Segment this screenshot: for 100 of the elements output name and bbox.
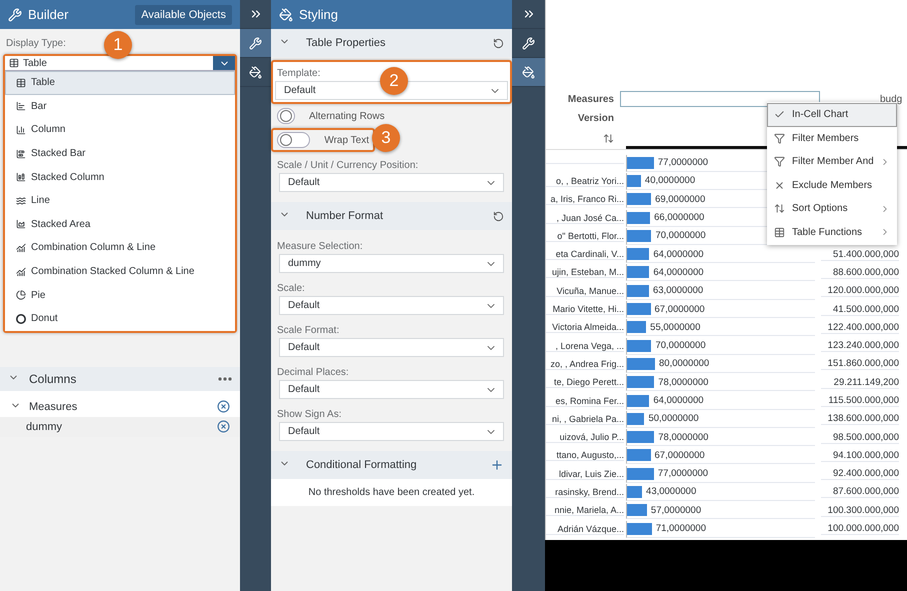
combo-chart-icon: [16, 266, 26, 277]
remove-icon[interactable]: [217, 400, 230, 414]
table-cell: 66,0000000: [654, 212, 704, 224]
table-cell: 67,0000000: [654, 450, 705, 461]
table-cell: rasinsky, Brend...: [546, 486, 624, 498]
table-cell: 138.600.000,000: [821, 413, 899, 426]
table-cell: 70,0000000: [655, 230, 706, 242]
menu-item[interactable]: Table Functions: [767, 220, 897, 244]
table-cell: 94.100.000,000: [821, 450, 899, 462]
menu-item[interactable]: In-Cell Chart: [767, 103, 897, 126]
option-label: Combination Column & Line: [31, 242, 156, 254]
table-cell: 100.000.000,000: [821, 523, 899, 536]
dropdown-option[interactable]: Donut: [5, 306, 235, 331]
toggle-label: Wrap Text: [324, 134, 369, 146]
table-cell: 88.600.000,000: [821, 266, 899, 279]
rail-button[interactable]: [512, 58, 545, 87]
section-title: Table Properties: [305, 37, 386, 49]
reset-icon[interactable]: [493, 38, 504, 48]
table-cell: 64,0000000: [653, 248, 704, 260]
table-cell: Vicuña, Manue...: [546, 286, 624, 297]
dropdown-field[interactable]: Default: [279, 173, 504, 192]
dropdown-field[interactable]: Default: [279, 422, 504, 441]
toggle-label: Alternating Rows: [309, 110, 385, 122]
header-input-field[interactable]: [620, 91, 820, 107]
dropdown-option[interactable]: Line: [5, 188, 235, 213]
table-cell: 123.240.000,000: [821, 340, 899, 352]
table-cell: 63,0000000: [652, 285, 704, 296]
table-cell: 67,0000000: [654, 304, 705, 315]
menu-item[interactable]: Exclude Members: [767, 174, 897, 197]
table-cell: zo, , Andrea Frig...: [546, 358, 624, 370]
callout-badge: 3: [372, 124, 400, 152]
table-cell: 78,0000000: [658, 376, 708, 388]
toggle-switch[interactable]: [277, 132, 310, 148]
more-icon[interactable]: [218, 376, 232, 381]
panel-title: Styling: [299, 7, 340, 22]
option-label: Combination Stacked Column & Line: [31, 266, 194, 278]
dropdown-option[interactable]: Bar: [5, 94, 235, 118]
menu-item[interactable]: Sort Options: [767, 197, 897, 220]
table-cell: ujin, Esteban, M...: [546, 267, 624, 278]
field-label: Show Sign As:: [276, 408, 342, 422]
table-cell: uizová, Julio P...: [546, 432, 624, 444]
tools-icon: [249, 36, 262, 50]
table-cell: 51.400.000,000: [821, 248, 899, 261]
paint-bucket-icon: [279, 8, 293, 22]
combo-chart-icon: [16, 242, 26, 253]
table-cell: ni, , Gabriela Pa...: [546, 414, 624, 425]
table-cell: 40,0000000: [644, 175, 696, 186]
bar-chart-icon: [16, 101, 26, 112]
dropdown-option[interactable]: Stacked Bar: [5, 142, 235, 166]
option-label: Table: [31, 77, 55, 88]
table-cell: 43,0000000: [646, 486, 696, 498]
bar-chart-icon: [16, 148, 26, 159]
table-icon: [9, 58, 19, 68]
menu-item[interactable]: Filter Members: [767, 126, 897, 150]
add-icon[interactable]: [490, 458, 504, 472]
toggle-switch[interactable]: [277, 108, 295, 124]
table-icon: [16, 78, 26, 88]
donut-chart-icon: [16, 314, 26, 324]
option-label: Stacked Column: [31, 172, 104, 183]
table-cell: 70,0000000: [655, 340, 706, 352]
display-type-select[interactable]: Table: [5, 56, 235, 71]
table-cell: Mario Vitette, Hi...: [546, 304, 624, 316]
menu-item[interactable]: Filter Member And: [767, 150, 897, 174]
filter-icon: [774, 156, 785, 168]
dropdown-option[interactable]: Stacked Area: [5, 212, 235, 236]
field-label: Scale:: [276, 282, 306, 296]
sort-icon[interactable]: [603, 132, 614, 144]
dropdown-option[interactable]: Table: [5, 71, 235, 95]
tree-item[interactable]: dummy: [10, 420, 209, 433]
remove-icon[interactable]: [217, 420, 230, 434]
dropdown-field[interactable]: Default: [279, 296, 504, 315]
area-chart-icon: [16, 219, 26, 230]
dropdown-field[interactable]: Default: [279, 338, 504, 357]
dropdown-option[interactable]: Stacked Column: [5, 165, 235, 189]
column-chart-icon: [16, 124, 26, 135]
dropdown-field[interactable]: dummy: [279, 254, 504, 273]
dropdown-option[interactable]: Column: [5, 118, 235, 142]
dropdown-option[interactable]: Combination Stacked Column & Line: [5, 260, 235, 284]
table-icon: [774, 226, 785, 238]
dropdown-option[interactable]: Combination Column & Line: [5, 236, 235, 260]
option-label: Stacked Area: [31, 218, 90, 230]
option-label: Stacked Bar: [31, 148, 86, 160]
table-cell: 41.500.000,000: [821, 304, 899, 316]
column-header: budg: [880, 94, 902, 104]
reset-icon[interactable]: [493, 210, 504, 222]
dropdown-field[interactable]: Default: [279, 380, 504, 399]
paint-bucket-icon: [522, 66, 535, 78]
table-cell: 55,0000000: [650, 322, 700, 333]
close-icon: [774, 180, 785, 191]
table-cell: , Lorena Vega, ...: [546, 340, 624, 352]
filter-icon: [774, 132, 785, 144]
dropdown-option[interactable]: Pie: [5, 283, 235, 307]
table-cell: o" Bertotti, Flor...: [546, 230, 624, 242]
field-label: Measure Selection:: [276, 240, 364, 254]
table-cell: 122.400.000,000: [821, 322, 899, 334]
table-cell: , Juan José Ca...: [546, 212, 624, 224]
field-label: Decimal Places:: [276, 366, 350, 380]
option-label: Pie: [31, 290, 46, 301]
available-objects-button[interactable]: Available Objects: [135, 4, 232, 24]
table-cell: 98.500.000,000: [821, 432, 899, 444]
